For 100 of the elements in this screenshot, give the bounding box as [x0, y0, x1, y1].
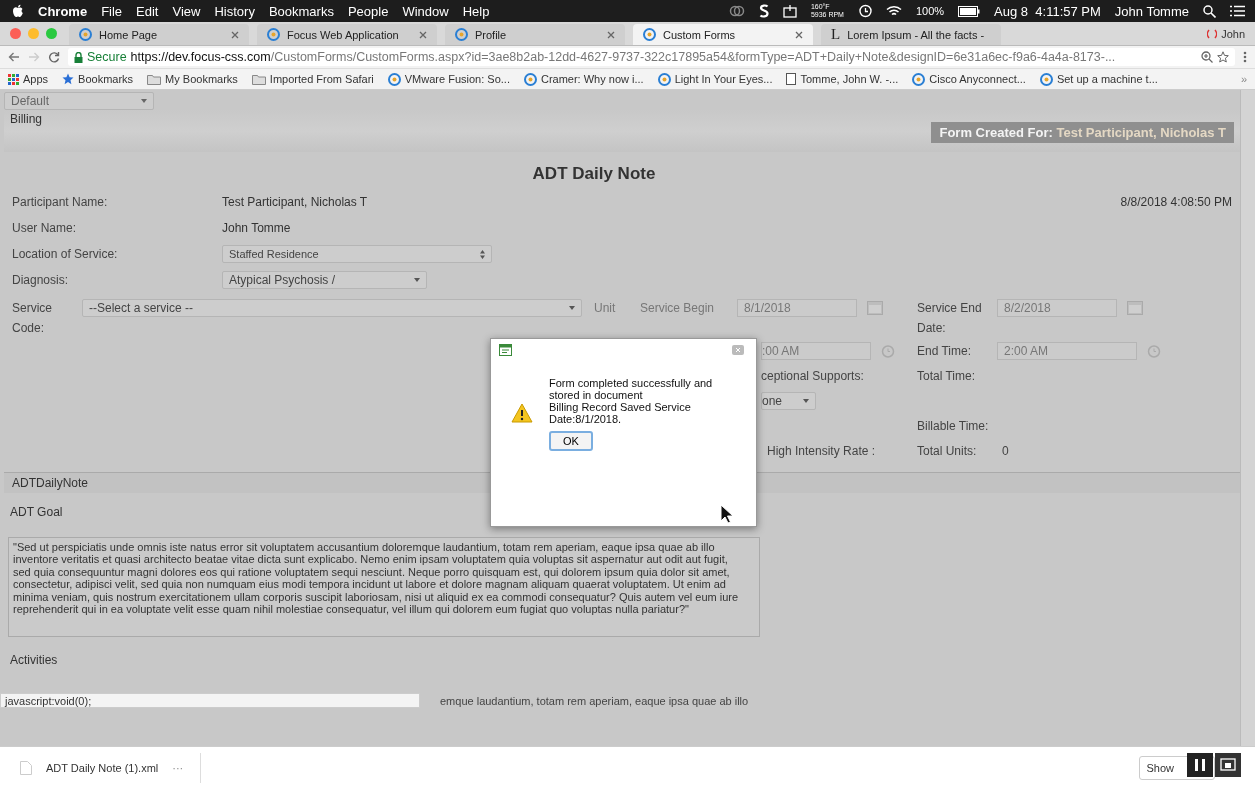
bookmark-link[interactable]: Set up a machine t...: [1056, 73, 1158, 85]
field-label: Service Begin: [639, 300, 716, 317]
reload-icon[interactable]: [48, 51, 60, 63]
download-file-name[interactable]: ADT Daily Note (1).xml: [46, 762, 159, 774]
folder-icon: [251, 73, 266, 85]
back-icon[interactable]: [8, 51, 20, 63]
browser-tab[interactable]: Custom Forms: [633, 24, 813, 45]
field-label: ceptional Supports:: [760, 368, 865, 385]
ok-button[interactable]: OK: [549, 431, 593, 451]
field-label: User Name:: [12, 220, 77, 237]
site-icon: [1039, 72, 1053, 86]
close-icon[interactable]: [795, 30, 803, 39]
field-value: Test Participant, Nicholas T: [222, 194, 369, 211]
timestamp: 8/8/2018 4:08:50 PM: [1119, 194, 1233, 211]
field-label: End Time:: [917, 343, 973, 360]
site-logo: L: [831, 26, 841, 43]
bookmark-link[interactable]: Cramer: Why now i...: [540, 73, 644, 85]
field-label: Total Units:: [917, 443, 978, 460]
menu-item[interactable]: File: [101, 3, 123, 19]
mouse-cursor-icon: [720, 504, 734, 524]
bookmark-link[interactable]: Apps: [23, 73, 49, 85]
page-icon: [786, 73, 797, 85]
user-name[interactable]: John Tomme: [1114, 3, 1189, 19]
battery-icon[interactable]: [958, 5, 981, 17]
apps-grid-icon: [8, 73, 19, 85]
service-select[interactable]: --Select a service --: [82, 299, 582, 317]
site-icon: [523, 72, 537, 86]
browser-tab[interactable]: L Lorem Ipsum - All the facts -: [821, 24, 1001, 45]
bookmark-link[interactable]: My Bookmarks: [165, 73, 238, 85]
menu-item[interactable]: Help: [462, 3, 490, 19]
download-options[interactable]: ···: [172, 762, 184, 774]
field-label: Service End Date:: [917, 300, 983, 337]
zoom-icon[interactable]: [1201, 51, 1213, 63]
menu-item[interactable]: View: [172, 3, 201, 19]
address-bar[interactable]: Secure https://dev.focus-css.com/CustomForms/CustomForms.aspx?id=3ae8b2ab-12dd-4627-9737-322c17895a54&formType=ADT+Daily+Note&designID=6e31a6ec-f9a6-4a4a-8173-...: [68, 48, 1235, 66]
history-icon[interactable]: [857, 4, 872, 18]
caret-icon: [569, 306, 575, 310]
caret-icon: [414, 278, 420, 282]
site-icon: [657, 72, 671, 86]
location-select[interactable]: Staffed Residence: [222, 245, 492, 263]
caret-icon: [803, 399, 809, 403]
spinner-icon: [480, 249, 485, 259]
goal-text-area[interactable]: "Sed ut perspiciatis unde omnis iste natus error sit voluptatem accusantium doloremque laudantium, totam rem aperiam, eaque ipsa quae ab illo inventore veritatis et quasi architecto beatae vitae dicta sunt explicabo. Nemo enim ipsam voluptatem quia voluptas sit aspernatur aut odit aut fugit, sed quia consequuntur magni dolores eos qui ratione voluptatem sequi nesciunt. Neque porro quisquam est, qui dolorem ipsum quia dolor sit amet, consectetur, adipisci velit, sed quia non numquam eius modi tempora incidunt ut labore et dolore magnam aliquam quaerat voluptatem. Ut enim ad minima veniam, quis nostrum exercitationem ullam corporis suscipit laboriosam, nisi ut aliquid ex ea commodi consequatur? Quis autem vel eum iure reprehenderit qui in ea voluptate velit esse quam nihil molestiae consequatur, vel illum qui dolorem eum fugiat quo voluptas nulla pariatur?": [8, 537, 760, 637]
more-menu-icon[interactable]: [1243, 51, 1247, 63]
field-label: High Intensity Rate :: [766, 443, 877, 460]
bookmark-link[interactable]: Cisco Anyconnect...: [929, 73, 1026, 85]
field-label: Location of Service:: [12, 246, 119, 263]
gauge-icon[interactable]: [782, 4, 797, 18]
star-outline-icon[interactable]: [1217, 51, 1229, 63]
bookmark-link[interactable]: Tomme, John W. -...: [800, 73, 899, 85]
site-icon: [455, 28, 468, 41]
site-icon: [79, 28, 92, 41]
diagnosis-select[interactable]: Atypical Psychosis /: [222, 271, 427, 289]
site-icon: [387, 72, 401, 86]
activities-text[interactable]: emque laudantium, totam rem aperiam, eaque ipsa quae ab illo: [440, 694, 749, 707]
bookmark-link[interactable]: Bookmarks: [78, 73, 134, 85]
list-icon[interactable]: [1230, 5, 1245, 17]
bookmark-link[interactable]: Imported From Safari: [269, 73, 374, 85]
secure-label: Secure: [87, 50, 127, 64]
menu-item[interactable]: Bookmarks: [268, 3, 334, 19]
apple-icon[interactable]: [12, 4, 24, 18]
cloud-icon[interactable]: [728, 5, 745, 17]
app-menu[interactable]: Chrome: [38, 3, 88, 19]
folder-icon: [147, 73, 162, 85]
view-dropdown[interactable]: Default: [4, 92, 154, 110]
pause-icon[interactable]: [1187, 753, 1213, 777]
s-logo-icon[interactable]: [758, 4, 769, 18]
file-icon: [20, 761, 32, 775]
form-created-banner: Form Created For: Test Participant, Nicholas T: [931, 122, 1234, 143]
browser-tab[interactable]: Focus Web Application: [257, 24, 437, 45]
wifi-icon[interactable]: [885, 5, 902, 17]
menu-item[interactable]: Edit: [136, 3, 159, 19]
close-icon[interactable]: [607, 30, 615, 39]
browser-tab[interactable]: Profile: [445, 24, 625, 45]
profile-name[interactable]: John: [1221, 27, 1245, 40]
bookmark-link[interactable]: VMware Fusion: So...: [404, 73, 510, 85]
field-label: Diagnosis:: [12, 272, 70, 289]
status-url: javascript:void(0);: [0, 693, 420, 708]
menubar-clock[interactable]: Aug 8 4:11:57 PM: [994, 3, 1101, 19]
field-value: John Tomme: [222, 220, 292, 237]
lock-icon: [74, 51, 83, 63]
supports-select[interactable]: one: [761, 392, 816, 410]
search-icon[interactable]: [1203, 4, 1216, 18]
menu-item[interactable]: People: [347, 3, 389, 19]
browser-tab[interactable]: Home Page: [69, 24, 249, 45]
site-icon: [912, 72, 926, 86]
close-icon[interactable]: [419, 30, 427, 39]
field-label: Unit: [593, 300, 617, 317]
scrollbar[interactable]: [1240, 90, 1255, 746]
close-icon[interactable]: [231, 30, 239, 39]
window-icon: [499, 344, 512, 356]
site-icon: [267, 28, 280, 41]
field-label: Participant Name:: [12, 194, 109, 211]
picture-in-picture-icon[interactable]: [1215, 753, 1241, 777]
site-icon: [643, 28, 656, 41]
url-text: https://dev.focus-css.com/CustomForms/CustomForms.aspx?id=3ae8b2ab-12dd-4627-9737-322c17895a54&formType=ADT+Daily+Note&designID=6e31a6ec-f9a6-4a4a-8173-...: [130, 50, 1116, 64]
bookmark-link[interactable]: Light In Your Eyes...: [674, 73, 773, 85]
menu-item[interactable]: Window: [402, 3, 449, 19]
caret-icon: [141, 99, 147, 103]
menu-item[interactable]: History: [214, 3, 255, 19]
